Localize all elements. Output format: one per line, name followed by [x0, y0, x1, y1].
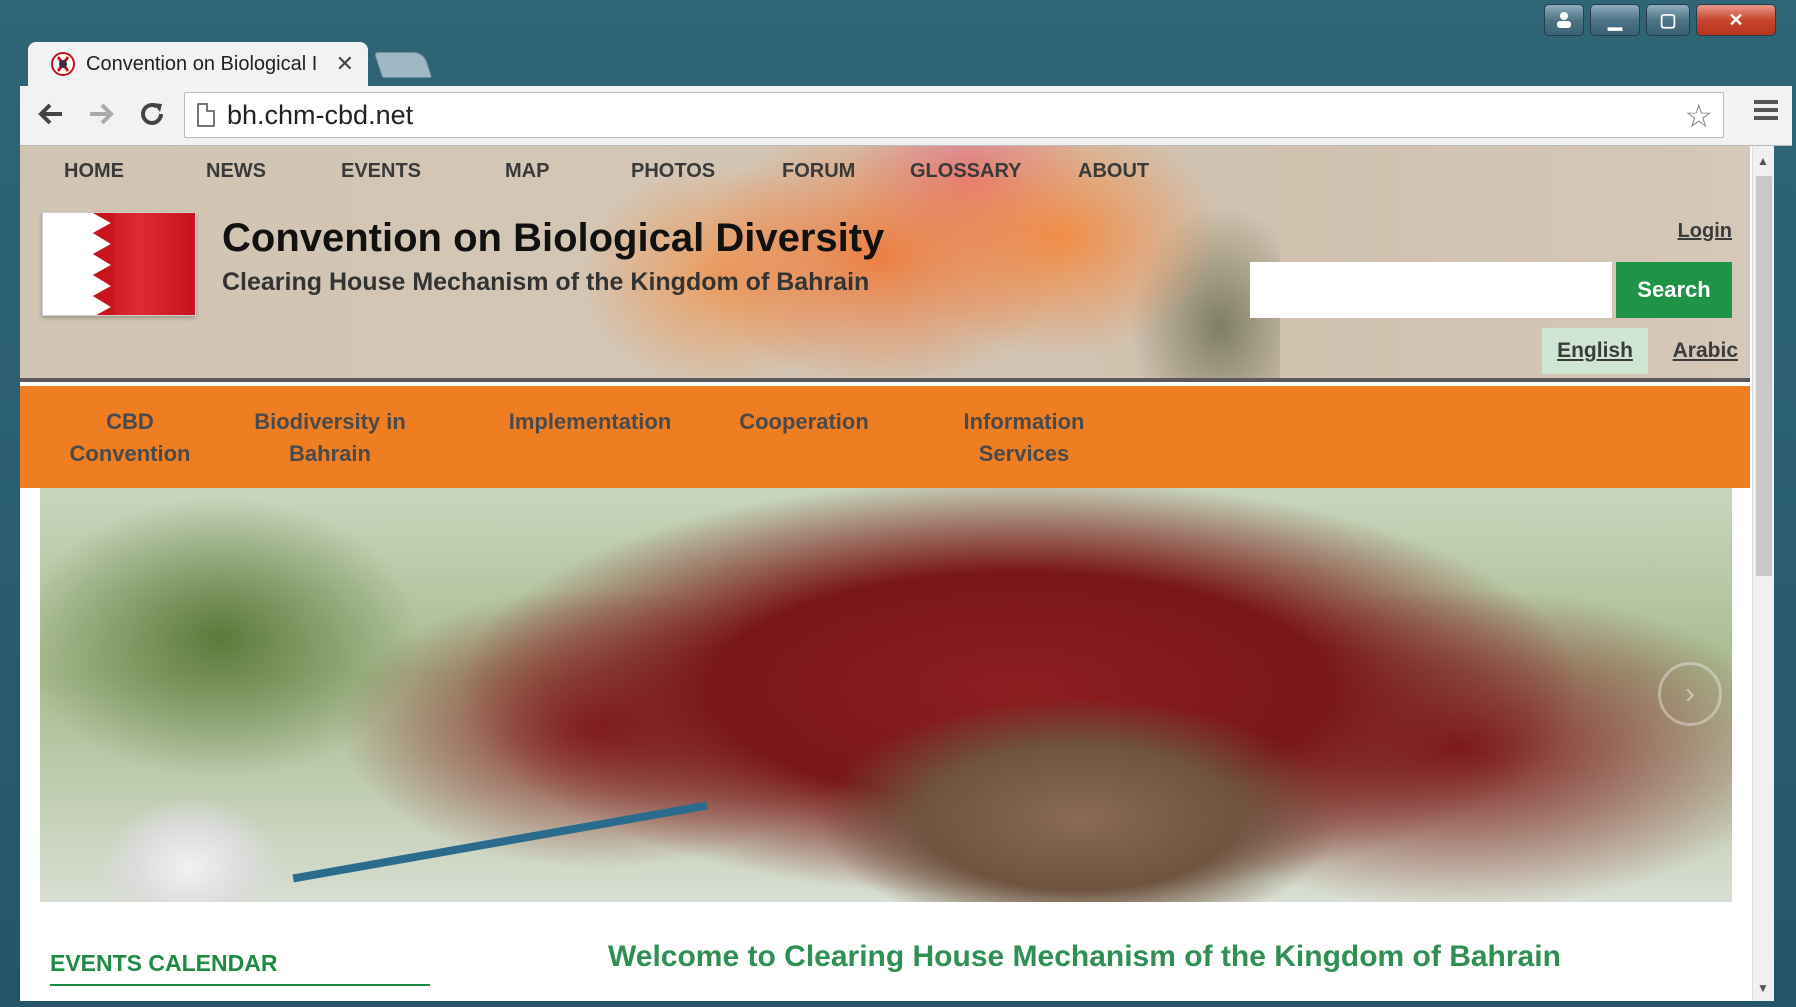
window-controls: ▁ ▢ ✕ [1544, 4, 1776, 38]
reload-icon[interactable] [134, 96, 170, 132]
scroll-down-icon[interactable]: ▼ [1757, 981, 1769, 995]
hero-person [80, 788, 310, 902]
page-viewport: HOME NEWS EVENTS MAP PHOTOS FORUM GLOSSA… [20, 146, 1770, 1001]
search-input[interactable] [1250, 262, 1612, 318]
address-bar[interactable]: bh.chm-cbd.net ☆ [184, 92, 1724, 138]
login-link[interactable]: Login [1678, 220, 1732, 243]
minimize-button[interactable]: ▁ [1590, 4, 1640, 36]
nav-about[interactable]: ABOUT [1078, 160, 1168, 183]
close-window-button[interactable]: ✕ [1696, 4, 1776, 36]
nav-map[interactable]: MAP [505, 160, 631, 183]
hero-slideshow-image: › [40, 488, 1732, 902]
menu-cooperation[interactable]: Cooperation [724, 406, 884, 438]
nav-news[interactable]: NEWS [206, 160, 341, 183]
vertical-scrollbar[interactable]: ▲ ▼ [1752, 146, 1774, 1001]
user-profile-button[interactable] [1544, 4, 1584, 36]
menu-implementation[interactable]: Implementation [492, 406, 688, 438]
events-calendar-heading: EVENTS CALENDAR [50, 950, 278, 976]
tab-title: Convention on Biological I [86, 52, 318, 75]
minimize-icon: ▁ [1608, 9, 1622, 30]
browser-menu-icon[interactable] [1754, 98, 1778, 122]
site-title: Convention on Biological Diversity [222, 216, 885, 260]
nav-events[interactable]: EVENTS [341, 160, 505, 183]
menu-information-services[interactable]: Information Services [944, 406, 1104, 470]
nav-home[interactable]: HOME [64, 160, 206, 183]
hero-rope [292, 801, 708, 883]
events-divider [50, 984, 430, 986]
scroll-up-icon[interactable]: ▲ [1757, 154, 1769, 168]
forward-arrow-icon[interactable] [84, 96, 120, 132]
url-text[interactable]: bh.chm-cbd.net [227, 100, 413, 131]
menu-cbd-convention[interactable]: CBD Convention [60, 406, 200, 470]
bookmark-star-icon[interactable]: ☆ [1684, 97, 1713, 135]
close-icon: ✕ [1728, 9, 1744, 30]
main-menu: CBD Convention Biodiversity in Bahrain I… [20, 386, 1750, 488]
maximize-button[interactable]: ▢ [1646, 4, 1690, 36]
tab-close-icon[interactable]: ✕ [336, 51, 354, 77]
site-header: HOME NEWS EVENTS MAP PHOTOS FORUM GLOSSA… [20, 146, 1750, 382]
browser-tab-active[interactable]: Convention on Biological I ✕ [28, 42, 368, 86]
new-tab-button[interactable] [373, 52, 433, 78]
favicon-icon [51, 52, 75, 76]
nav-glossary[interactable]: GLOSSARY [910, 160, 1078, 183]
site-subtitle: Clearing House Mechanism of the Kingdom … [222, 268, 870, 296]
bahrain-flag-logo[interactable] [42, 212, 196, 316]
nav-photos[interactable]: PHOTOS [631, 160, 782, 183]
browser-toolbar: bh.chm-cbd.net ☆ [20, 86, 1792, 146]
menu-biodiversity-in-bahrain[interactable]: Biodiversity in Bahrain [230, 406, 430, 470]
flag-serration [73, 213, 113, 315]
language-english-link[interactable]: English [1542, 328, 1648, 374]
scroll-thumb[interactable] [1756, 176, 1772, 576]
back-arrow-icon[interactable] [32, 96, 68, 132]
browser-window: ▁ ▢ ✕ Convention on Biological I ✕ bh.ch… [0, 0, 1796, 1007]
page-icon [197, 103, 215, 127]
welcome-heading: Welcome to Clearing House Mechanism of t… [608, 940, 1561, 973]
search-button[interactable]: Search [1616, 262, 1732, 318]
user-icon [1557, 12, 1571, 28]
nav-forum[interactable]: FORUM [782, 160, 910, 183]
language-arabic-link[interactable]: Arabic [1662, 328, 1738, 374]
slideshow-next-icon[interactable]: › [1658, 662, 1722, 726]
maximize-icon: ▢ [1659, 9, 1677, 30]
top-nav: HOME NEWS EVENTS MAP PHOTOS FORUM GLOSSA… [64, 160, 1168, 183]
